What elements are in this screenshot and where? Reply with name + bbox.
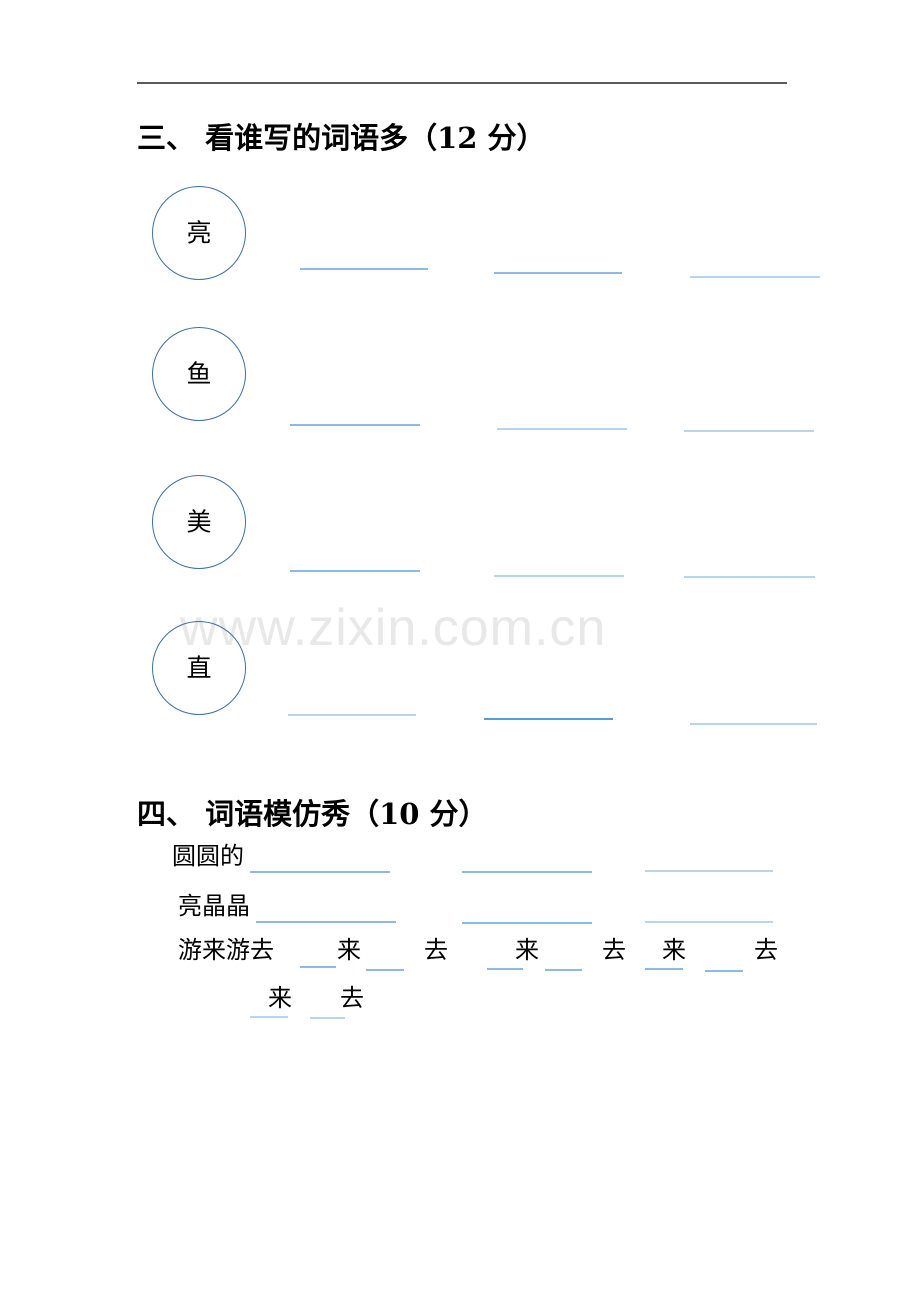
circle-character: 美 xyxy=(186,507,212,537)
answer-blank[interactable] xyxy=(497,428,627,430)
answer-blank[interactable] xyxy=(494,272,622,274)
section-four-heading: 四、 词语模仿秀（10 分） xyxy=(137,797,488,831)
answer-blank[interactable] xyxy=(684,576,815,578)
answer-blank[interactable] xyxy=(484,718,613,720)
answer-blank[interactable] xyxy=(250,871,390,873)
pattern-label: 游来游去 xyxy=(178,936,274,964)
pattern-char-lai: 来 xyxy=(337,936,361,964)
answer-blank[interactable] xyxy=(300,268,428,270)
pattern-char-lai: 来 xyxy=(515,936,539,964)
answer-blank[interactable] xyxy=(300,966,336,968)
answer-blank[interactable] xyxy=(290,424,420,426)
pattern-char-qu: 去 xyxy=(424,936,448,964)
answer-blank[interactable] xyxy=(366,969,404,971)
answer-blank[interactable] xyxy=(494,575,624,577)
word-item-row: 直 xyxy=(0,621,920,769)
circle-character: 直 xyxy=(186,653,212,683)
pattern-char-lai: 来 xyxy=(268,984,292,1012)
character-circle: 美 xyxy=(152,475,246,569)
answer-blank[interactable] xyxy=(684,430,814,432)
pattern-label: 圆圆的 xyxy=(172,842,244,870)
section-three-heading: 三、 看谁写的词语多（12 分） xyxy=(137,121,546,155)
answer-blank[interactable] xyxy=(310,1017,345,1019)
answer-blank[interactable] xyxy=(487,968,523,970)
answer-blank[interactable] xyxy=(645,870,773,872)
answer-blank[interactable] xyxy=(545,969,582,971)
answer-blank[interactable] xyxy=(256,921,396,923)
answer-blank[interactable] xyxy=(462,871,592,873)
character-circle: 亮 xyxy=(152,186,246,280)
answer-blank[interactable] xyxy=(462,922,592,924)
character-circle: 直 xyxy=(152,621,246,715)
answer-blank[interactable] xyxy=(645,921,773,923)
pattern-char-qu: 去 xyxy=(340,984,364,1012)
answer-blank[interactable] xyxy=(288,714,416,716)
worksheet-page: www.zixin.com.cn 三、 看谁写的词语多（12 分） 亮 鱼 美 … xyxy=(0,0,920,1302)
answer-blank[interactable] xyxy=(250,1016,288,1018)
answer-blank[interactable] xyxy=(290,570,420,572)
answer-blank[interactable] xyxy=(645,968,683,970)
pattern-char-qu: 去 xyxy=(754,936,778,964)
pattern-char-qu: 去 xyxy=(602,936,626,964)
pattern-label: 亮晶晶 xyxy=(178,892,250,920)
pattern-char-lai: 来 xyxy=(662,936,686,964)
header-divider xyxy=(137,82,787,84)
circle-character: 鱼 xyxy=(186,359,212,389)
word-item-row: 亮 xyxy=(0,186,920,334)
word-item-row: 鱼 xyxy=(0,327,920,475)
word-item-row: 美 xyxy=(0,475,920,623)
answer-blank[interactable] xyxy=(690,276,820,278)
circle-character: 亮 xyxy=(186,218,212,248)
character-circle: 鱼 xyxy=(152,327,246,421)
answer-blank[interactable] xyxy=(705,970,743,972)
answer-blank[interactable] xyxy=(690,723,817,725)
